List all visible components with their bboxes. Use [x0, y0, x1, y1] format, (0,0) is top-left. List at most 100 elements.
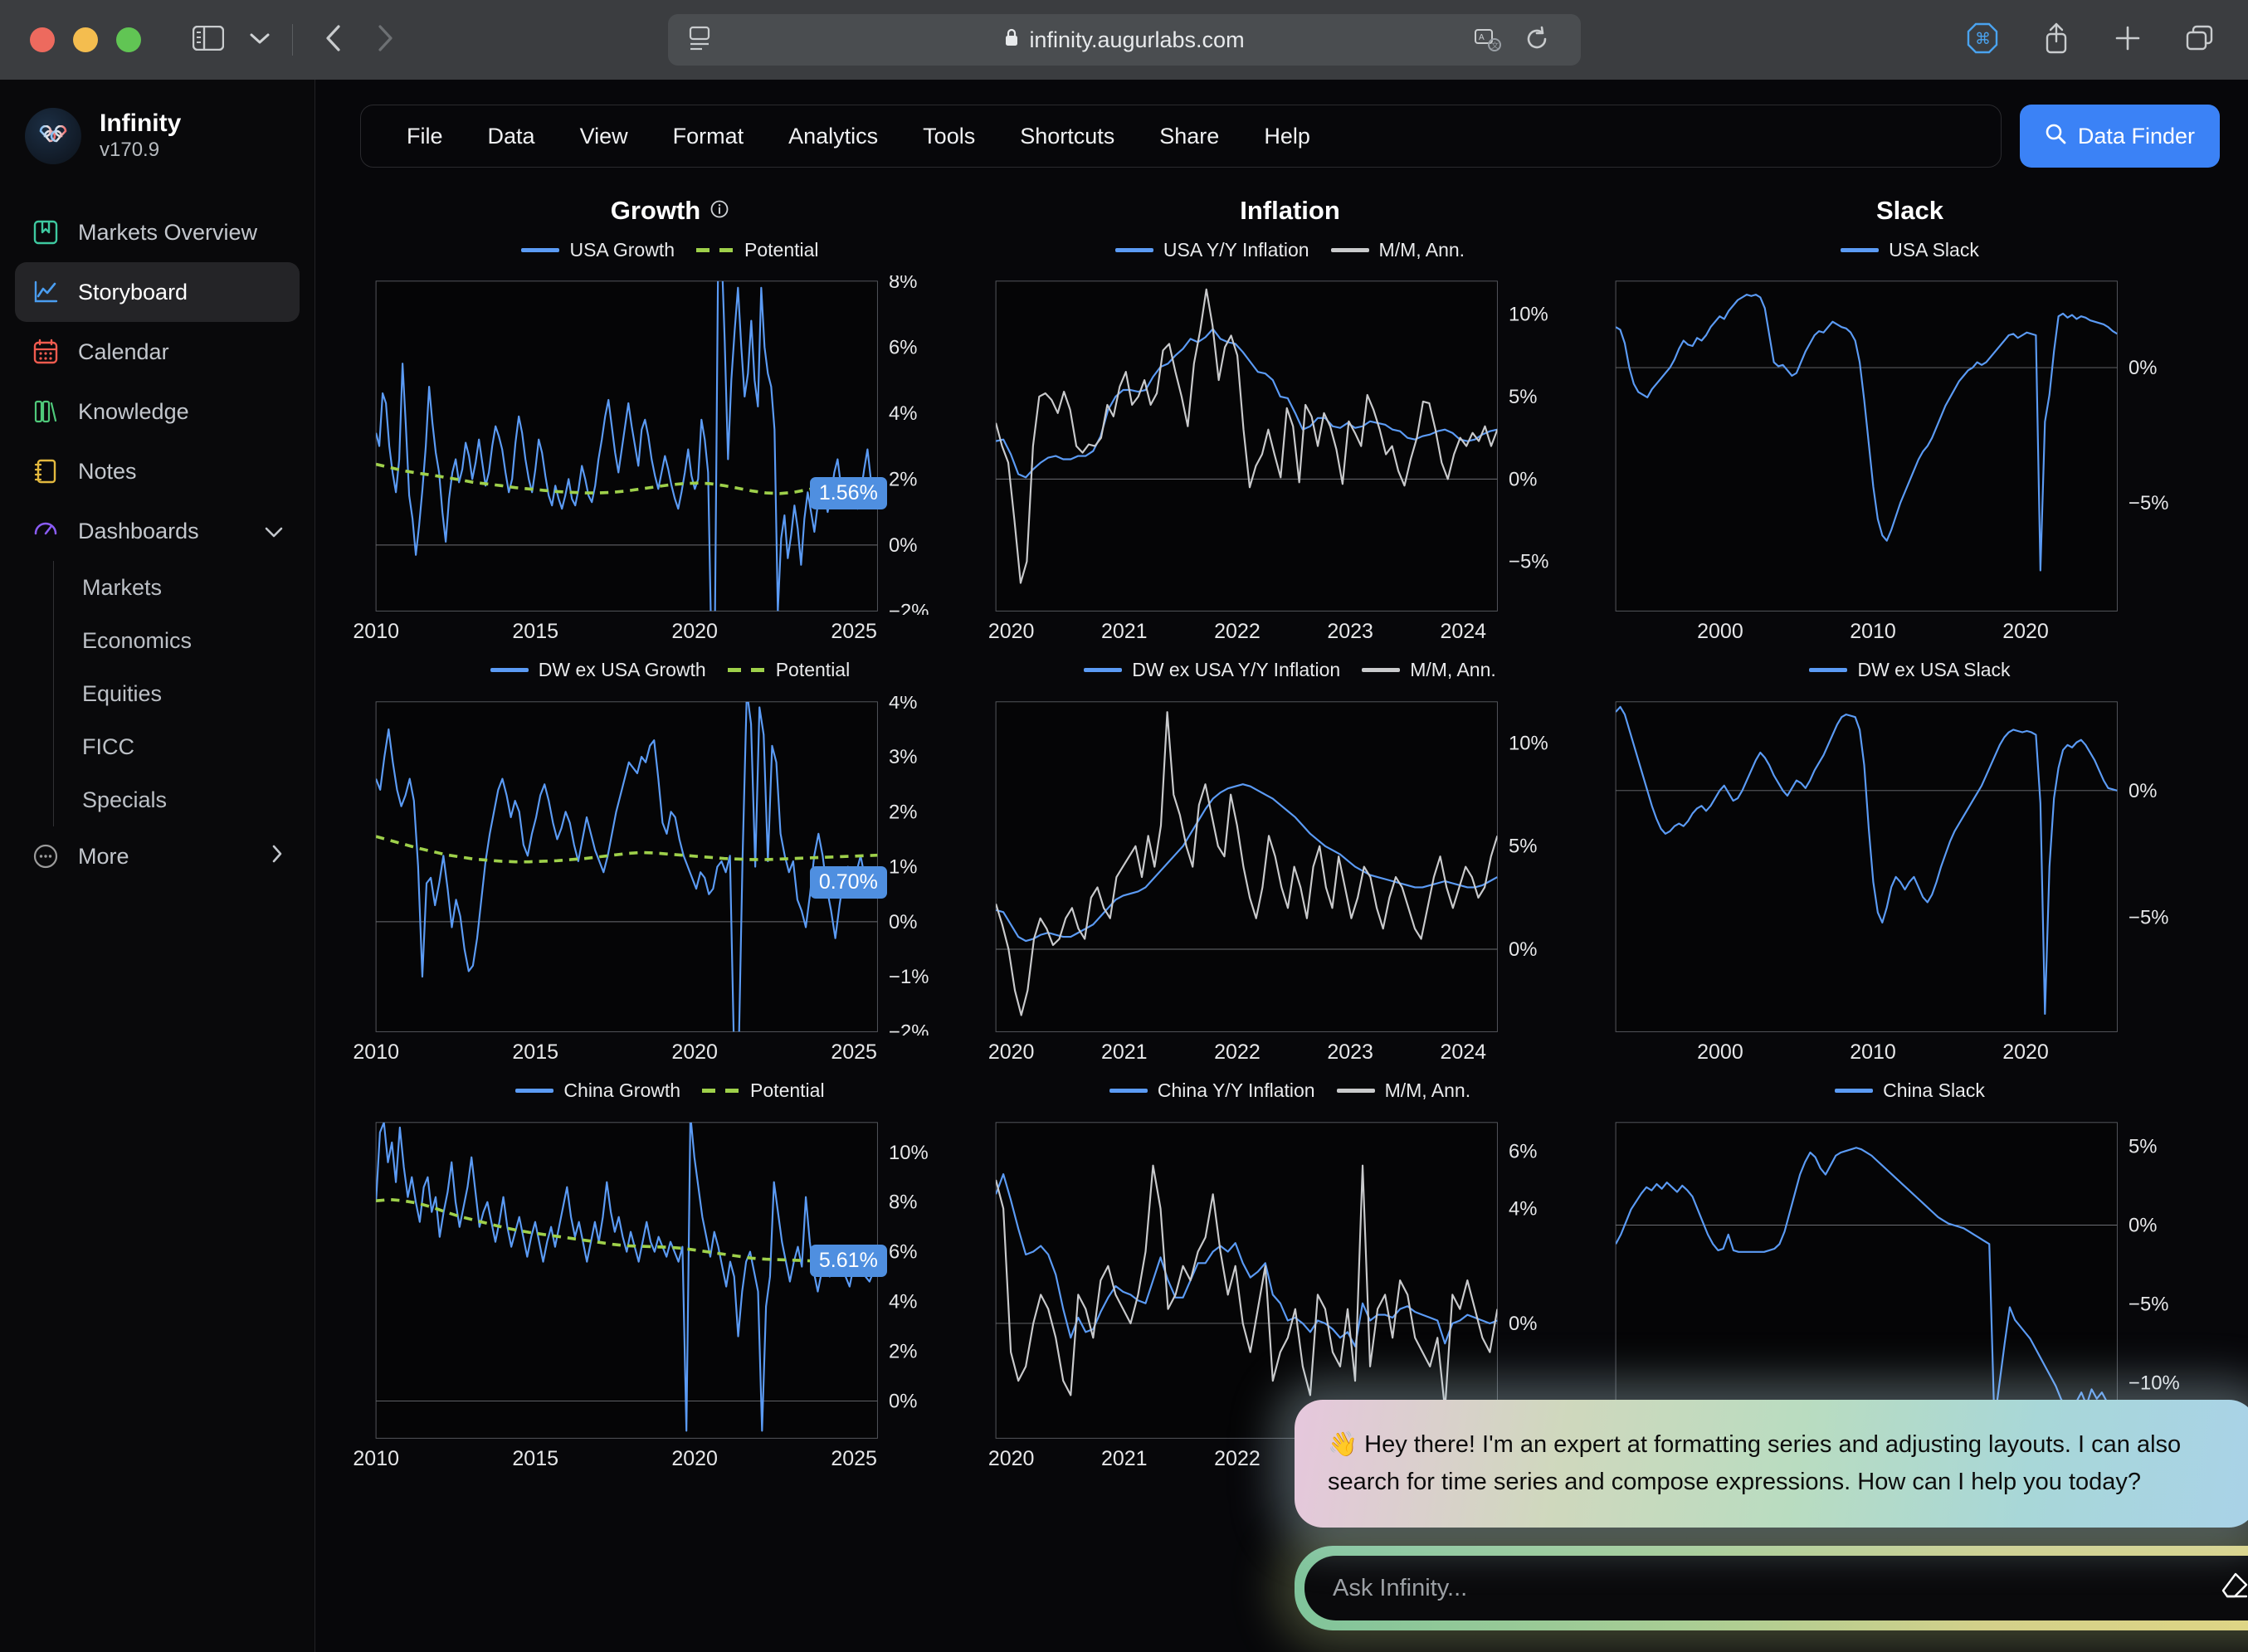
- legend-entry[interactable]: Potential: [702, 1079, 825, 1102]
- reader-view-icon[interactable]: [688, 26, 713, 58]
- close-window-button[interactable]: [30, 27, 55, 52]
- legend-entry[interactable]: China Y/Y Inflation: [1109, 1079, 1315, 1102]
- chart-cell-dw-ex-usa-growth: DW ex USA Growth Potential −2% −1% 0% 1% 2% 3% 4…: [353, 651, 980, 1072]
- legend-entry[interactable]: USA Growth: [521, 239, 675, 261]
- sidebar-nav: Markets Overview Storyboard Calendar Kno…: [0, 202, 315, 886]
- svg-text:6%: 6%: [1509, 1140, 1537, 1162]
- svg-text:−1%: −1%: [889, 966, 929, 988]
- sidebar: Infinity v170.9 Markets Overview Storybo…: [0, 80, 315, 1652]
- maximize-window-button[interactable]: [116, 27, 141, 52]
- sidebar-group-dashboards[interactable]: Dashboards: [15, 501, 300, 561]
- legend-entry[interactable]: M/M, Ann.: [1336, 1079, 1470, 1102]
- browser-toolbar: infinity.augurlabs.com A文 ⌘: [0, 0, 2248, 80]
- minimize-window-button[interactable]: [73, 27, 98, 52]
- plot-area[interactable]: 0% 2% 4% 6% 8% 10%: [368, 1117, 972, 1442]
- info-icon[interactable]: [710, 196, 729, 226]
- plot-area[interactable]: 0% 5% 10%: [988, 696, 1592, 1036]
- legend-label: M/M, Ann.: [1378, 238, 1465, 261]
- x-tick-label: 2020: [987, 1446, 1035, 1470]
- chart-cell-usa-growth: USA Growth Potential −2% 0% 2% 4% 6% 8% 1.56% 201…: [353, 231, 980, 651]
- svg-text:5%: 5%: [1509, 386, 1537, 408]
- sidebar-subitem-label: Specials: [82, 787, 168, 812]
- sidebar-item-markets-overview[interactable]: Markets Overview: [15, 202, 300, 262]
- menu-item-shortcuts[interactable]: Shortcuts: [997, 105, 1137, 167]
- legend-entry[interactable]: DW ex USA Growth: [490, 659, 706, 681]
- plot-area[interactable]: 0% −5%: [1608, 275, 2211, 615]
- chevron-down-icon[interactable]: [263, 519, 285, 544]
- menu-item-view[interactable]: View: [558, 105, 651, 167]
- sidebar-toggle-icon[interactable]: [192, 25, 225, 55]
- x-tick-label: 2025: [831, 1040, 877, 1064]
- legend-entry[interactable]: USA Y/Y Inflation: [1114, 239, 1309, 261]
- eraser-icon[interactable]: [2219, 1571, 2248, 1606]
- legend-swatch: [1336, 1089, 1375, 1094]
- x-tick-label: 2024: [1440, 619, 1487, 643]
- address-bar[interactable]: infinity.augurlabs.com A文: [668, 14, 1581, 66]
- plot-area[interactable]: 5% 0% −5% −10%: [1608, 1117, 2211, 1442]
- x-axis: 2000 2010 2020: [1608, 1040, 2211, 1072]
- sidebar-item-equities[interactable]: Equities: [54, 667, 300, 720]
- sidebar-item-more[interactable]: More: [15, 826, 300, 886]
- menu-item-help[interactable]: Help: [1241, 105, 1333, 167]
- plot-area[interactable]: 0% 4% 6%: [988, 1117, 1592, 1442]
- menu-item-share[interactable]: Share: [1137, 105, 1241, 167]
- menu-item-analytics[interactable]: Analytics: [766, 105, 900, 167]
- svg-text:10%: 10%: [1509, 732, 1548, 754]
- plot-area[interactable]: −5% 0% 5% 10%: [988, 275, 1592, 615]
- legend-entry[interactable]: DW ex USA Slack: [1809, 659, 2011, 681]
- translate-icon[interactable]: A文: [1475, 27, 1501, 58]
- assistant-input-field[interactable]: Ask Infinity...: [1304, 1556, 2248, 1620]
- legend-swatch: [515, 1089, 554, 1094]
- data-finder-button[interactable]: Data Finder: [2019, 105, 2220, 168]
- x-axis: 2020 2021 2022 2023 2024: [988, 620, 1592, 651]
- sidebar-item-storyboard[interactable]: Storyboard: [15, 262, 300, 322]
- sidebar-item-economics[interactable]: Economics: [54, 614, 300, 667]
- last-value-badge: 5.61%: [809, 1245, 887, 1278]
- legend-entry[interactable]: DW ex USA Y/Y Inflation: [1084, 659, 1340, 681]
- plot-area[interactable]: 0% −5%: [1608, 696, 2211, 1036]
- legend-entry[interactable]: M/M, Ann.: [1362, 659, 1496, 681]
- command-extension-icon[interactable]: ⌘: [1966, 22, 1999, 59]
- chart-legend: USA Slack: [1608, 231, 2211, 269]
- chart-row: DW ex USA Growth Potential −2% −1% 0% 1% 2% 3% 4…: [353, 651, 2220, 1072]
- legend-entry[interactable]: M/M, Ann.: [1330, 238, 1465, 261]
- menu-item-file[interactable]: File: [384, 105, 466, 167]
- plot-area[interactable]: −2% −1% 0% 1% 2% 3% 4%: [368, 696, 972, 1036]
- sidebar-item-calendar[interactable]: Calendar: [15, 322, 300, 382]
- sidebar-item-knowledge[interactable]: Knowledge: [15, 382, 300, 441]
- chevron-down-icon[interactable]: [249, 32, 271, 49]
- x-tick-label: 2023: [1327, 619, 1373, 643]
- sidebar-item-ficc[interactable]: FICC: [54, 720, 300, 773]
- infinity-logo-icon: [25, 108, 81, 164]
- menu-item-format[interactable]: Format: [651, 105, 767, 167]
- svg-text:0%: 0%: [2129, 1214, 2157, 1236]
- share-icon[interactable]: [2042, 22, 2070, 59]
- sidebar-item-specials[interactable]: Specials: [54, 773, 300, 826]
- legend-entry[interactable]: Potential: [696, 239, 819, 261]
- tab-overview-icon[interactable]: [2185, 24, 2215, 56]
- new-tab-plus-icon[interactable]: [2114, 24, 2142, 56]
- sidebar-item-label: Calendar: [78, 339, 169, 364]
- menu-item-data[interactable]: Data: [466, 105, 558, 167]
- plot-area[interactable]: −2% 0% 2% 4% 6% 8%: [368, 275, 972, 615]
- column-header-slack: Slack: [1600, 196, 2220, 226]
- last-value-badge: 1.56%: [809, 476, 887, 509]
- x-tick-label: 2010: [353, 619, 400, 643]
- chevron-right-icon[interactable]: [270, 843, 285, 870]
- back-arrow-icon[interactable]: [324, 24, 343, 56]
- legend-entry[interactable]: USA Slack: [1841, 239, 1979, 261]
- svg-text:5%: 5%: [2129, 1135, 2157, 1157]
- svg-text:−10%: −10%: [2129, 1372, 2180, 1395]
- menu-item-tools[interactable]: Tools: [900, 105, 997, 167]
- reload-icon[interactable]: [1524, 26, 1549, 58]
- forward-arrow-icon[interactable]: [376, 24, 394, 56]
- plot-wrapper: 5% 0% −5% −10%: [1608, 1117, 2211, 1442]
- legend-label: USA Growth: [569, 238, 675, 261]
- sidebar-item-notes[interactable]: Notes: [15, 441, 300, 501]
- sidebar-item-markets[interactable]: Markets: [54, 561, 300, 614]
- legend-entry[interactable]: China Growth: [515, 1079, 680, 1102]
- legend-entry[interactable]: China Slack: [1835, 1079, 1985, 1102]
- legend-entry[interactable]: Potential: [727, 659, 850, 681]
- svg-text:10%: 10%: [889, 1142, 929, 1164]
- assistant-input-container: Ask Infinity...: [1295, 1546, 2248, 1630]
